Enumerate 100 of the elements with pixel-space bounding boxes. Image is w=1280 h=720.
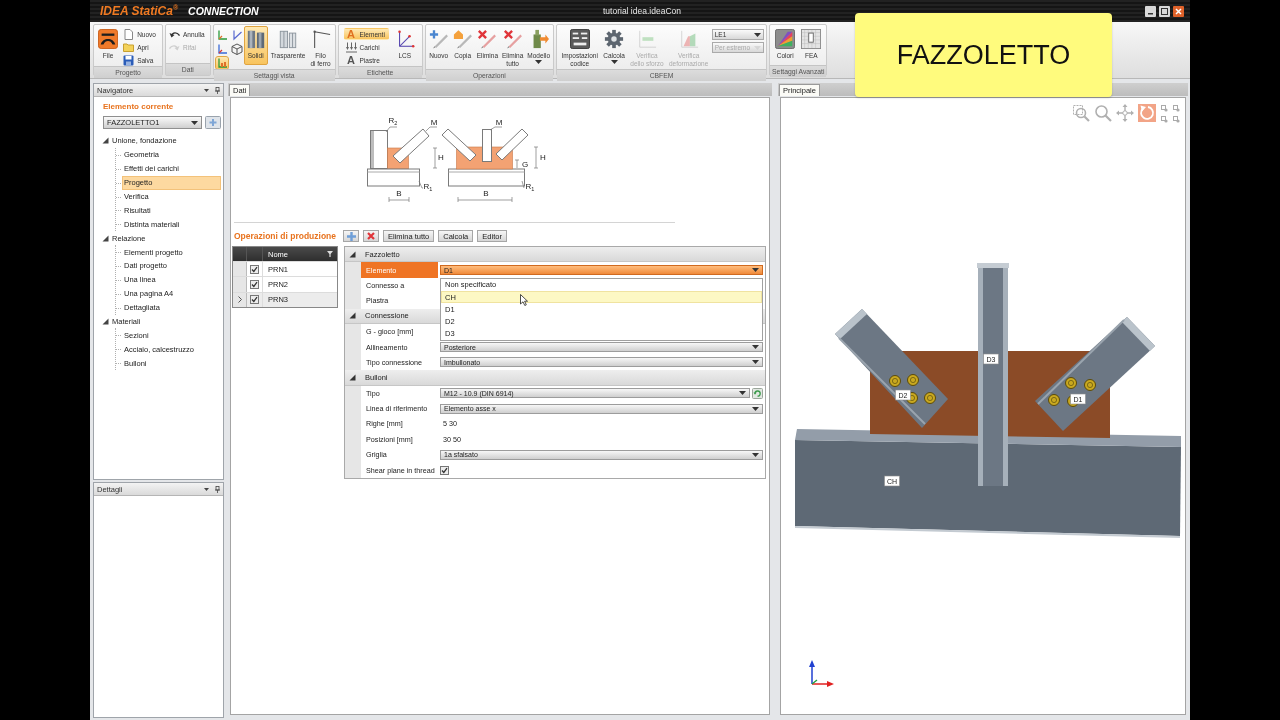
checkbox[interactable] [250, 264, 259, 274]
minimize-icon[interactable] [1145, 5, 1156, 17]
leader-line [425, 126, 438, 132]
document-icon [123, 28, 135, 40]
brace-member [482, 129, 492, 162]
checkbox[interactable] [250, 280, 259, 290]
dimension-line [514, 159, 520, 169]
window-title: tutorial idea.ideaCon [603, 6, 681, 16]
expand-toggle-icon[interactable] [349, 373, 356, 381]
caret-icon [752, 268, 759, 273]
dimension-label: B [483, 188, 489, 198]
letter-icon: A [345, 55, 357, 65]
axis-triad-icon [809, 660, 834, 687]
section-title: Elemento corrente [103, 101, 174, 112]
add-button[interactable] [343, 230, 359, 242]
video-caption: FAZZOLETTO [855, 13, 1112, 97]
maximize-icon[interactable] [1159, 5, 1170, 17]
current-row-icon [237, 296, 242, 304]
bolt [924, 392, 936, 404]
filter-icon [327, 251, 333, 257]
expand-toggle-icon[interactable] [102, 137, 109, 145]
dimension-line [432, 147, 438, 169]
mouse-pointer-icon [520, 293, 528, 306]
axis-corner-icon[interactable] [215, 43, 228, 55]
expand-toggle-icon[interactable] [102, 318, 109, 325]
caret-icon [752, 360, 759, 365]
caret-icon [752, 452, 759, 457]
pin-icon[interactable] [215, 485, 220, 493]
caret-icon [752, 345, 759, 350]
letter-icon: A [345, 29, 357, 39]
delete-button[interactable] [363, 230, 379, 242]
brace-member [441, 128, 477, 162]
dimension-label: H [438, 152, 444, 162]
leader-line [521, 180, 525, 189]
pan-icon[interactable] [1116, 104, 1134, 122]
view-preset-icon[interactable] [1161, 105, 1168, 112]
dimension-label: G [521, 159, 529, 169]
checkbox[interactable] [440, 465, 449, 475]
base-beam [367, 168, 420, 187]
arch-tile-icon [98, 29, 119, 49]
leader-line [489, 126, 503, 131]
checkbox[interactable] [250, 295, 259, 305]
dimension-line [388, 196, 410, 203]
bolt [907, 374, 919, 386]
section-title: Operazioni di produzione [234, 231, 336, 241]
view-preset-icon[interactable] [1173, 105, 1180, 112]
pin-icon[interactable] [215, 86, 220, 94]
dimension-line [533, 146, 539, 169]
product-name: CONNECTION [188, 5, 259, 17]
pentagon-pencil-icon [452, 29, 473, 49]
bolt [1065, 377, 1077, 389]
down-arrows-icon [345, 41, 357, 53]
view-preset-icon[interactable] [1161, 116, 1168, 123]
bolt [889, 375, 901, 387]
dimension-label: R$_{2}$ [388, 116, 398, 128]
cross-pencil-icon [502, 29, 523, 49]
expand-toggle-icon[interactable] [349, 250, 356, 258]
zoom-extents-icon[interactable] [1072, 104, 1090, 122]
dimension-line [457, 196, 513, 203]
transparent-columns-icon [278, 29, 299, 49]
bar-chart-icon [636, 29, 657, 49]
zoom-icon[interactable] [1094, 104, 1112, 122]
caret-icon [191, 120, 198, 125]
dropdown-arrow-icon[interactable] [204, 487, 209, 491]
close-icon[interactable] [1173, 5, 1184, 17]
view-preset-icon[interactable] [1173, 116, 1180, 123]
dropdown-arrow-icon[interactable] [204, 88, 209, 92]
brace-member [495, 128, 529, 161]
dimension-label: H [540, 152, 546, 162]
dimension-label: R$_{1}$ [525, 182, 535, 194]
cross-pencil-icon [477, 29, 498, 49]
axis-corner-icon[interactable] [215, 29, 228, 41]
dimension-label: M [495, 117, 503, 127]
app-logo: IDEA StatiCa$^{®}$ [100, 4, 179, 18]
dimension-label: R$_{1}$ [423, 182, 433, 194]
area-chart-icon [678, 29, 699, 49]
expand-toggle-icon[interactable] [102, 234, 109, 242]
solid-columns-icon [245, 29, 266, 49]
caret-icon [752, 406, 759, 411]
expand-toggle-icon[interactable] [349, 312, 356, 320]
plus-pencil-icon [428, 29, 449, 49]
caret-icon [739, 391, 746, 396]
gear-icon [604, 29, 625, 49]
cross-icon [367, 232, 375, 240]
folder-icon [123, 41, 135, 53]
plus-icon [346, 231, 356, 241]
leader-line [418, 180, 424, 189]
leader-line [385, 126, 398, 133]
brace-member [392, 128, 430, 164]
dimension-label: M [430, 117, 438, 127]
column-section [370, 130, 388, 169]
refresh-icon[interactable] [752, 387, 763, 399]
cube-icon[interactable] [230, 43, 243, 55]
dimension-label: B [396, 188, 402, 198]
angle-icon[interactable] [230, 29, 243, 41]
color-fan-icon [775, 29, 796, 49]
bolt [1084, 379, 1096, 391]
mesh-icon [801, 29, 822, 49]
table-tile-icon [569, 29, 590, 49]
bar-axes-icon[interactable] [215, 57, 228, 69]
